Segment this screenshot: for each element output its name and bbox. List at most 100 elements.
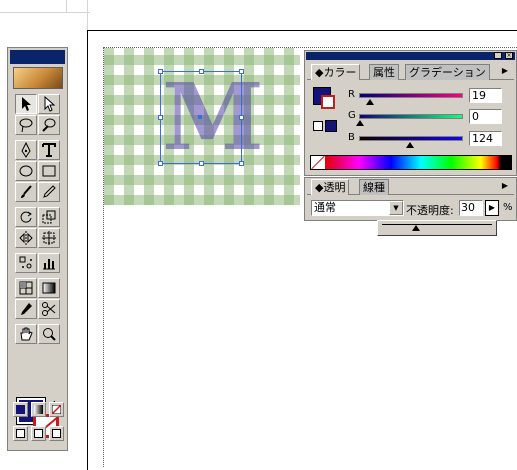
direct-selection-tool[interactable] [38,94,60,114]
tab-color[interactable]: ◆カラー [311,64,361,80]
stroke-color-swatch[interactable] [321,95,335,109]
opacity-slider-toggle-icon[interactable]: ▶ [485,200,499,216]
free-transform-tool[interactable] [38,228,60,248]
tab-label: グラデーション [409,66,486,79]
column-graph-icon [43,259,55,270]
b-slider-thumb[interactable] [406,142,414,148]
toolbox-titlebar[interactable] [10,50,65,64]
none-icon [52,405,61,414]
scissors-tool[interactable] [38,299,60,319]
transparency-panel-tabs: ◆透明 線種 ▶ [307,179,514,195]
ellipse-icon [19,165,33,177]
free-transform-icon [42,231,56,245]
bbox-handle[interactable] [158,161,163,166]
b-value-input[interactable]: 124 [469,131,502,146]
lasso-icon [19,118,33,133]
pencil-tool[interactable] [38,182,60,202]
color-panel: × ◆カラー 属性 グラデーション ▶ R 19 G 0 B 124 [304,50,517,176]
chevron-down-icon[interactable]: ▼ [389,201,403,215]
color-mode-button[interactable] [13,402,28,417]
close-button[interactable]: × [505,52,513,59]
tab-label: カラー [323,66,357,79]
ellipse-tool[interactable] [15,161,37,181]
symbol-sprayer-icon [19,256,32,269]
screen-mode-icon [34,429,43,438]
hand-icon [20,327,33,341]
g-value-input[interactable]: 0 [469,109,502,124]
opacity-popup-slider[interactable] [377,220,497,236]
g-slider-thumb[interactable] [356,120,364,126]
web-safe-color-swatch[interactable] [325,120,337,132]
bbox-handle[interactable] [239,115,244,120]
blend-mode-value: 通常 [314,201,336,214]
screen-mode-icon [16,429,25,438]
out-of-gamut-cube-icon[interactable] [313,121,323,131]
magic-wand-tool[interactable] [38,115,60,135]
opacity-slider-track [382,224,492,225]
tab-label: 属性 [373,66,395,79]
column-graph-tool[interactable] [38,253,60,273]
symbol-sprayer-tool[interactable] [15,253,37,273]
tab-attributes[interactable]: 属性 [369,64,399,80]
panel-menu-arrow-icon[interactable]: ▶ [499,179,511,193]
bbox-handle[interactable] [158,69,163,74]
bbox-handle[interactable] [199,69,204,74]
ruler-mark [66,0,67,12]
pen-tool[interactable] [15,140,37,160]
r-slider[interactable] [359,93,463,98]
color-spectrum-bar[interactable] [310,155,512,170]
rotate-tool[interactable] [15,207,37,227]
type-tool[interactable] [38,140,60,160]
screen-mode-standard[interactable] [13,426,28,441]
pen-icon [21,142,31,158]
paintbrush-icon [21,185,32,198]
mesh-tool[interactable] [15,278,37,298]
tab-gradient[interactable]: グラデーション [405,64,490,80]
color-panel-tabs: ◆カラー 属性 グラデーション ▶ [307,64,514,80]
bbox-handle[interactable] [199,161,204,166]
b-slider[interactable] [359,136,463,141]
mesh-icon [19,281,33,295]
zoom-tool[interactable] [38,324,60,344]
minimize-button[interactable] [494,52,502,59]
gradient-icon [42,282,56,294]
r-slider-thumb[interactable] [366,99,374,105]
lasso-tool[interactable] [15,115,37,135]
screen-mode-menubar[interactable] [31,426,46,441]
paintbrush-tool[interactable] [15,182,37,202]
panel-menu-arrow-icon[interactable]: ▶ [499,64,511,78]
g-channel-label: G [348,110,356,121]
gradient-mode-button[interactable] [31,402,46,417]
reflect-tool[interactable] [15,228,37,248]
tab-transparency[interactable]: ◆透明 [311,179,350,195]
scale-tool[interactable] [38,207,60,227]
none-mode-button[interactable] [49,402,64,417]
opacity-label: 不透明度: [406,204,454,217]
scale-icon [42,210,56,224]
bbox-handle[interactable] [239,161,244,166]
rotate-icon [20,211,32,223]
gradient-tool[interactable] [38,278,60,298]
tab-stroke[interactable]: 線種 [359,179,389,195]
color-icon [16,405,25,414]
opacity-input[interactable]: 30 [459,200,483,216]
rectangle-tool[interactable] [38,161,60,181]
bbox-handle[interactable] [158,115,163,120]
color-panel-titlebar[interactable] [306,52,515,60]
gradient-icon [34,405,43,414]
zoom-icon [43,328,56,341]
screen-mode-full[interactable] [49,426,64,441]
none-color-icon[interactable] [311,156,325,169]
selection-tool[interactable] [15,94,37,114]
g-slider[interactable] [359,114,463,119]
eyedropper-tool[interactable] [15,299,37,319]
bbox-handle[interactable] [239,69,244,74]
hand-tool[interactable] [15,324,37,344]
r-value-input[interactable]: 19 [469,88,502,103]
app-logo[interactable] [13,67,63,89]
ruler-mark [87,0,88,30]
pencil-icon [43,185,56,198]
opacity-slider-thumb[interactable] [412,225,420,231]
blend-mode-select[interactable]: 通常 ▼ [311,200,404,216]
transparency-panel: ◆透明 線種 ▶ 通常 ▼ 不透明度: 30 ▶ % [304,177,517,221]
